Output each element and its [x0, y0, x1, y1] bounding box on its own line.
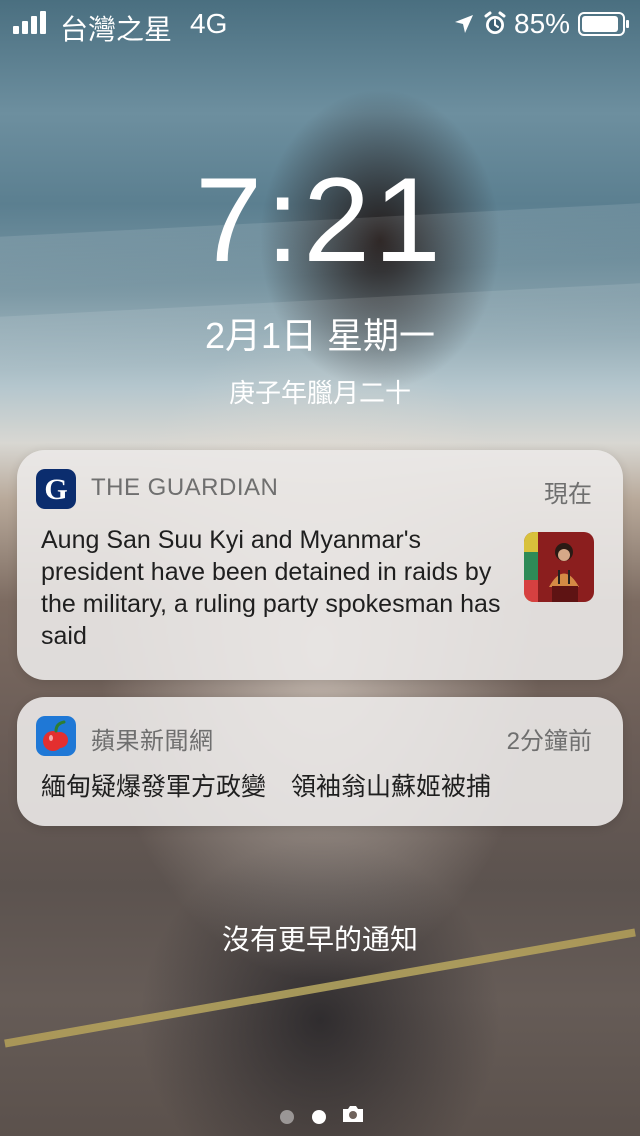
no-earlier-notifications: 沒有更早的通知 [221, 924, 418, 955]
page-indicator[interactable] [274, 1103, 368, 1127]
signal-icon [13, 11, 46, 34]
guardian-icon-letter: G [44, 473, 67, 506]
network-type: 4G [190, 8, 228, 39]
lock-screen-time: 7:21 [195, 153, 445, 287]
lunar-date: 庚子年臘月二十 [228, 378, 411, 408]
notification-time: 現在 [544, 481, 592, 508]
alarm-icon [484, 11, 506, 34]
battery-icon [578, 12, 629, 36]
notification-body: Aung San Suu Kyi and Myanmar's president… [41, 526, 501, 650]
guardian-icon: G [36, 469, 76, 509]
lock-screen-date: 2月1日 星期一 [204, 315, 436, 356]
location-icon [455, 15, 473, 33]
notification-body: 緬甸疑爆發軍方政變 領袖翁山蘇姬被捕 [41, 773, 492, 801]
camera-icon[interactable] [341, 1104, 365, 1124]
notification-app-name: 蘋果新聞網 [91, 728, 214, 755]
notification-guardian[interactable]: G THE GUARDIAN 現在 Aung San Suu Kyi and M… [17, 450, 623, 680]
apple-icon [36, 716, 76, 756]
news-thumbnail-image [524, 532, 594, 602]
status-bar: 台灣之星 4G 85% [0, 0, 640, 48]
notification-apple-daily[interactable]: 蘋果新聞網 2分鐘前 緬甸疑爆發軍方政變 領袖翁山蘇姬被捕 [17, 697, 623, 826]
notification-app-name: THE GUARDIAN [91, 474, 279, 501]
page-dot-icon[interactable] [312, 1110, 326, 1124]
battery-percentage: 85% [514, 8, 571, 39]
notification-time: 2分鐘前 [506, 728, 592, 755]
carrier-name: 台灣之星 [60, 14, 173, 45]
page-dot-icon[interactable] [280, 1110, 294, 1124]
